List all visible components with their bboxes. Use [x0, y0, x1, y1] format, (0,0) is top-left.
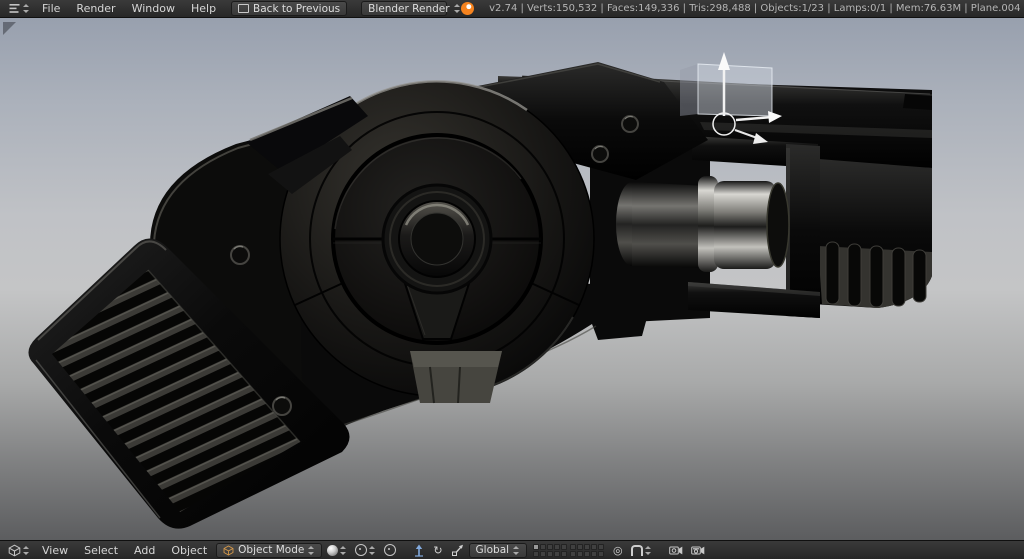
status-stats: v2.74 | Verts:150,532 | Faces:149,336 | …: [489, 3, 1021, 14]
menu-object[interactable]: Object: [164, 545, 214, 556]
screen-back-icon: [238, 4, 250, 13]
viewport-shading-dropdown[interactable]: [324, 542, 350, 558]
layer-cell[interactable]: [591, 550, 598, 557]
layer-cell[interactable]: [591, 543, 598, 550]
viewport-3d-scene[interactable]: [0, 18, 1024, 540]
center-points-icon: [384, 544, 397, 556]
layers-group-right: [570, 543, 605, 557]
layer-cell[interactable]: [540, 550, 547, 557]
menu-window[interactable]: Window: [125, 3, 182, 14]
3d-viewport[interactable]: [0, 18, 1024, 540]
rotate-manipulator-icon: ↻: [433, 543, 443, 557]
menu-file[interactable]: File: [35, 3, 67, 14]
viewport-header-bar: View Select Add Object Object Mode ↻ Glo…: [0, 540, 1024, 559]
layer-cell[interactable]: [598, 543, 605, 550]
layers-group-left: [533, 543, 568, 557]
layer-cell[interactable]: [547, 543, 554, 550]
dropdown-chevrons-icon: [23, 545, 30, 555]
area-corner-widget[interactable]: [3, 22, 16, 35]
interaction-mode-dropdown[interactable]: Object Mode: [216, 542, 323, 558]
layer-cell[interactable]: [533, 550, 540, 557]
pivot-center-icon: [355, 544, 368, 556]
dropdown-chevrons-icon: [340, 545, 347, 555]
proportional-edit-dropdown[interactable]: ◎: [610, 542, 626, 558]
layer-cell[interactable]: [561, 543, 568, 550]
back-to-previous-label: Back to Previous: [253, 2, 341, 15]
info-editor-icon: [9, 4, 20, 13]
layer-cell[interactable]: [570, 550, 577, 557]
render-engine-dropdown[interactable]: Blender Render: [361, 1, 460, 16]
interaction-mode-label: Object Mode: [238, 544, 305, 556]
layer-cell[interactable]: [577, 543, 584, 550]
layer-cell[interactable]: [584, 543, 591, 550]
layer-cell[interactable]: [554, 550, 561, 557]
scale-manipulator-icon: [451, 544, 463, 556]
menu-select[interactable]: Select: [77, 545, 125, 556]
layer-cell[interactable]: [598, 550, 605, 557]
layer-cell[interactable]: [561, 550, 568, 557]
gun-barrel: [616, 176, 790, 272]
back-to-previous-button[interactable]: Back to Previous: [231, 1, 348, 16]
object-mode-icon: [223, 545, 234, 555]
layers-widget: [533, 543, 605, 557]
layer-cell[interactable]: [570, 543, 577, 550]
menu-render[interactable]: Render: [69, 3, 122, 14]
translate-manipulator-toggle[interactable]: [410, 542, 428, 558]
editor-type-selector-3dview[interactable]: [5, 542, 33, 558]
dropdown-chevrons-icon: [513, 545, 520, 555]
opengl-render-button[interactable]: [666, 542, 686, 558]
opengl-render-animation-button[interactable]: [688, 542, 708, 558]
translate-manipulator-icon: [415, 544, 424, 557]
dropdown-chevrons-icon: [369, 545, 376, 555]
render-engine-label: Blender Render: [368, 2, 450, 15]
pivot-point-dropdown[interactable]: [352, 542, 379, 558]
menu-view[interactable]: View: [35, 545, 75, 556]
snap-toggle[interactable]: [628, 542, 655, 558]
blender-logo-icon: [461, 2, 475, 15]
dropdown-chevrons-icon: [23, 4, 30, 13]
scale-manipulator-toggle[interactable]: [448, 542, 467, 558]
dropdown-chevrons-icon: [644, 545, 652, 555]
3d-viewport-editor-icon: [8, 544, 21, 556]
layer-cell[interactable]: [533, 543, 540, 550]
editor-type-selector-info[interactable]: [5, 1, 33, 17]
transform-orientation-dropdown[interactable]: Global: [468, 542, 528, 558]
menu-help[interactable]: Help: [184, 3, 223, 14]
rotate-manipulator-toggle[interactable]: ↻: [430, 542, 445, 558]
snap-magnet-icon: [630, 544, 643, 556]
opengl-render-animation-icon: [690, 546, 704, 554]
layer-cell[interactable]: [547, 550, 554, 557]
info-header-bar: File Render Window Help Back to Previous…: [0, 0, 1024, 18]
opengl-render-icon: [668, 546, 682, 554]
menu-add[interactable]: Add: [127, 545, 162, 556]
dropdown-chevrons-icon: [308, 545, 315, 555]
blender-window: File Render Window Help Back to Previous…: [0, 0, 1024, 559]
manipulate-center-points-toggle[interactable]: [381, 542, 399, 558]
layer-cell[interactable]: [584, 550, 591, 557]
gun-model[interactable]: [28, 62, 932, 529]
viewport-shading-sphere-icon: [327, 544, 339, 556]
layer-cell[interactable]: [554, 543, 561, 550]
transform-orientation-label: Global: [475, 544, 510, 556]
layer-cell[interactable]: [540, 543, 547, 550]
proportional-edit-icon: ◎: [613, 543, 623, 557]
layer-cell[interactable]: [577, 550, 584, 557]
